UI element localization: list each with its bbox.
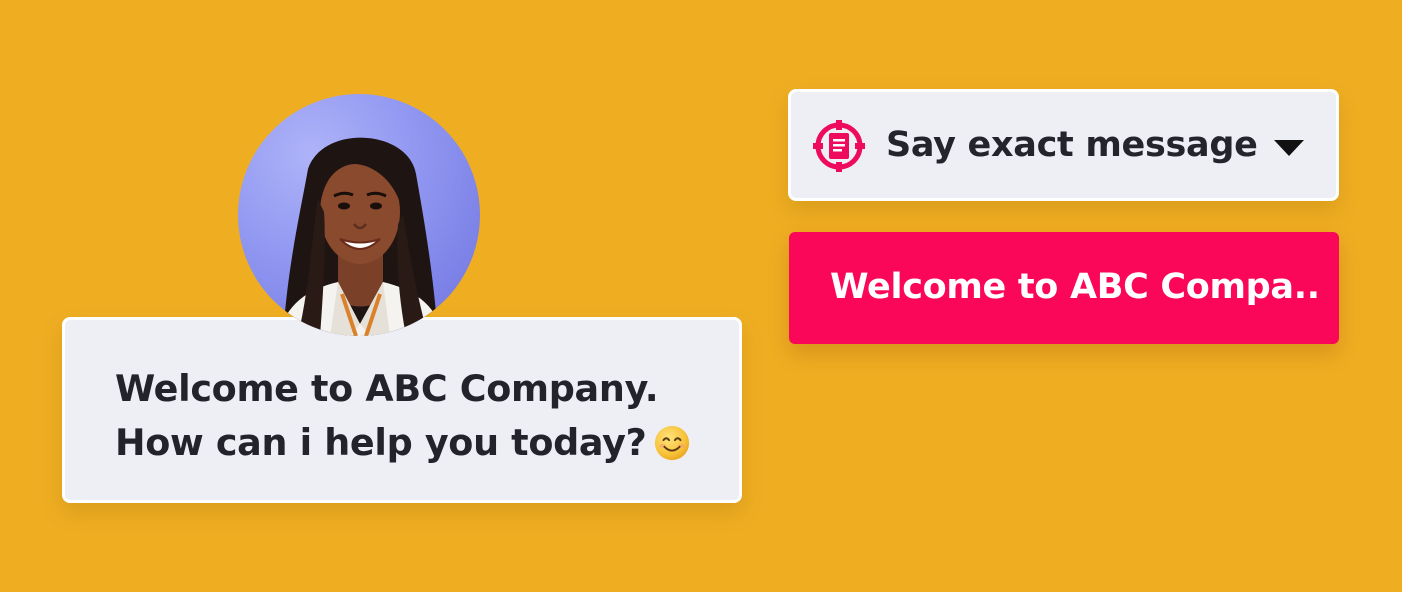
message-preview-label: Welcome to ABC Compa.. — [830, 267, 1320, 307]
chat-message-line-2-text: How can i help you today? — [115, 421, 647, 464]
agent-avatar — [238, 94, 480, 336]
dropdown-selected-value: Say exact message — [886, 125, 1258, 165]
document-target-icon — [811, 118, 867, 174]
caret-down-icon[interactable] — [1273, 139, 1305, 157]
chat-message-line-1: Welcome to ABC Company. — [115, 367, 659, 410]
action-type-dropdown[interactable]: Say exact message — [788, 89, 1339, 201]
chat-message-line-2: How can i help you today? — [115, 416, 739, 470]
agent-avatar-photo — [278, 137, 444, 336]
chat-message-card: Welcome to ABC Company. How can i help y… — [62, 317, 742, 503]
smiling-face-emoji-icon — [653, 424, 691, 462]
message-preview-button[interactable]: Welcome to ABC Compa.. — [789, 232, 1339, 344]
